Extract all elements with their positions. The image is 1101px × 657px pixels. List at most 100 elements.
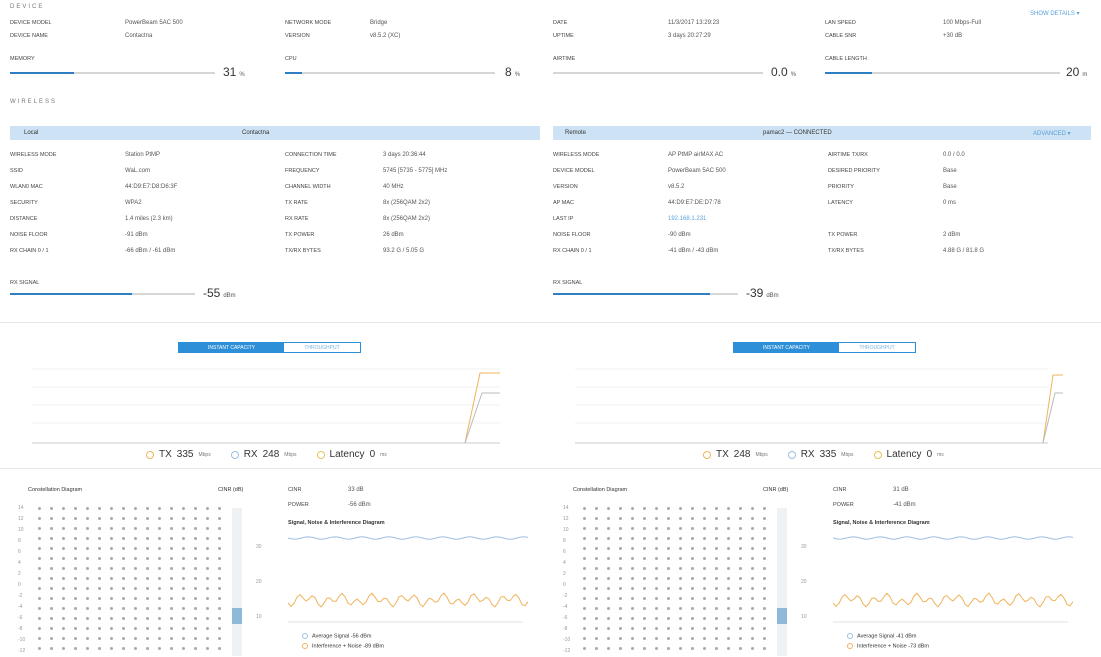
constellation-point [194, 527, 197, 530]
constellation-point [607, 637, 610, 640]
constellation-point [122, 507, 125, 510]
local-rx-signal-readout: -55 dBm [203, 286, 236, 300]
constellation-point [218, 607, 221, 610]
constellation-point [86, 507, 89, 510]
constellation-point [727, 517, 730, 520]
constellation-point [86, 617, 89, 620]
constellation-point [110, 617, 113, 620]
constellation-point [194, 637, 197, 640]
legend-unit: Mbps [841, 451, 854, 458]
constellation-axis-tick: -6 [18, 615, 23, 621]
throughput-tab[interactable]: THROUGHPUT [284, 343, 360, 352]
wireless-section-title: WIRELESS [10, 99, 58, 105]
constellation-point [110, 577, 113, 580]
constellation-point [619, 627, 622, 630]
interference-legend[interactable]: Interference + Noise -89 dBm [302, 643, 384, 649]
instant-capacity-tab[interactable]: INSTANT CAPACITY [734, 343, 839, 352]
constellation-point [74, 587, 77, 590]
cinr-scale-bar [232, 508, 242, 656]
constellation-axis-tick: -6 [563, 615, 568, 621]
constellation-point [727, 547, 730, 550]
constellation-point [583, 527, 586, 530]
remote-rx-signal-readout: -39 dBm [746, 286, 779, 300]
constellation-point [631, 607, 634, 610]
remote-capacity-toggle[interactable]: INSTANT CAPACITY THROUGHPUT [733, 342, 916, 353]
avg-signal-legend[interactable]: Average Signal -56 dBm [302, 633, 372, 639]
constellation-point [631, 537, 634, 540]
constellation-point [763, 647, 766, 650]
avg-signal-legend[interactable]: Average Signal -41 dBm [847, 633, 917, 639]
constellation-point [595, 647, 598, 650]
constellation-point [703, 507, 706, 510]
constellation-point [86, 637, 89, 640]
constellation-point [74, 557, 77, 560]
constellation-point [763, 537, 766, 540]
remote-rx-signal-bar [553, 293, 738, 295]
constellation-point [595, 547, 598, 550]
interference-legend[interactable]: Interference + Noise -73 dBm [847, 643, 929, 649]
constellation-point [98, 627, 101, 630]
legend-item[interactable]: Latency 0 ms [316, 449, 387, 460]
constellation-point [98, 617, 101, 620]
local-capacity-toggle[interactable]: INSTANT CAPACITY THROUGHPUT [178, 342, 361, 353]
constellation-title: Constellation Diagram [573, 487, 628, 493]
constellation-point [727, 597, 730, 600]
cpu-label: CPU [285, 56, 297, 62]
cinr-scale-tick: 20 [801, 579, 807, 585]
constellation-point [110, 507, 113, 510]
constellation-point [703, 557, 706, 560]
show-details-link[interactable]: SHOW DETAILS ▾ [1030, 10, 1080, 17]
legend-item[interactable]: TX 335 Mbps [146, 449, 211, 460]
throughput-tab[interactable]: THROUGHPUT [839, 343, 915, 352]
constellation-point [182, 557, 185, 560]
constellation-axis-tick: 4 [563, 560, 566, 566]
legend-circle-icon [302, 633, 308, 639]
constellation-point [194, 507, 197, 510]
constellation-point [655, 517, 658, 520]
constellation-point [583, 557, 586, 560]
power-label: POWER [288, 502, 309, 508]
constellation-point [86, 517, 89, 520]
constellation-point [194, 587, 197, 590]
constellation-point [182, 527, 185, 530]
constellation-point [158, 537, 161, 540]
remote-row-value[interactable]: 192.168.1.231 [668, 216, 706, 222]
constellation-point [583, 537, 586, 540]
cinr-header: CINR (dB) [218, 487, 244, 493]
constellation-point [50, 607, 53, 610]
instant-capacity-tab[interactable]: INSTANT CAPACITY [179, 343, 284, 352]
constellation-point [158, 577, 161, 580]
remote-row-value: PowerBeam 5AC 500 [668, 168, 726, 174]
constellation-grid [577, 503, 772, 653]
device-section-title: DEVICE [10, 4, 45, 10]
legend-item[interactable]: RX 248 Mbps [230, 449, 297, 460]
constellation-point [619, 567, 622, 570]
constellation-point [86, 527, 89, 530]
constellation-point [703, 567, 706, 570]
constellation-point [751, 577, 754, 580]
lan-speed-label: LAN SPEED [825, 20, 856, 26]
constellation-point [218, 527, 221, 530]
remote-advanced-link[interactable]: ADVANCED ▾ [1033, 130, 1071, 137]
constellation-axis-tick: 2 [563, 571, 566, 577]
remote-capacity-legend: TX 248 Mbps RX 335 Mbps Latency 0 ms [703, 449, 944, 460]
constellation-point [122, 567, 125, 570]
cinr-label: CINR [833, 487, 847, 493]
constellation-point [619, 507, 622, 510]
uptime-value: 3 days 20:27:29 [668, 33, 711, 39]
legend-circle-icon [316, 450, 325, 459]
remote-row-value: -90 dBm [668, 232, 691, 238]
sni-title: Signal, Noise & Interference Diagram [288, 520, 385, 526]
constellation-point [727, 627, 730, 630]
constellation-point [655, 537, 658, 540]
legend-item[interactable]: RX 335 Mbps [787, 449, 854, 460]
constellation-point [667, 537, 670, 540]
remote-row-label: TX POWER [828, 232, 858, 238]
remote-capacity-chart [575, 368, 1063, 444]
constellation-axis-tick: -12 [563, 648, 571, 654]
legend-item[interactable]: Latency 0 ms [873, 449, 944, 460]
constellation-point [158, 627, 161, 630]
legend-item[interactable]: TX 248 Mbps [703, 449, 768, 460]
constellation-point [86, 547, 89, 550]
constellation-point [739, 507, 742, 510]
